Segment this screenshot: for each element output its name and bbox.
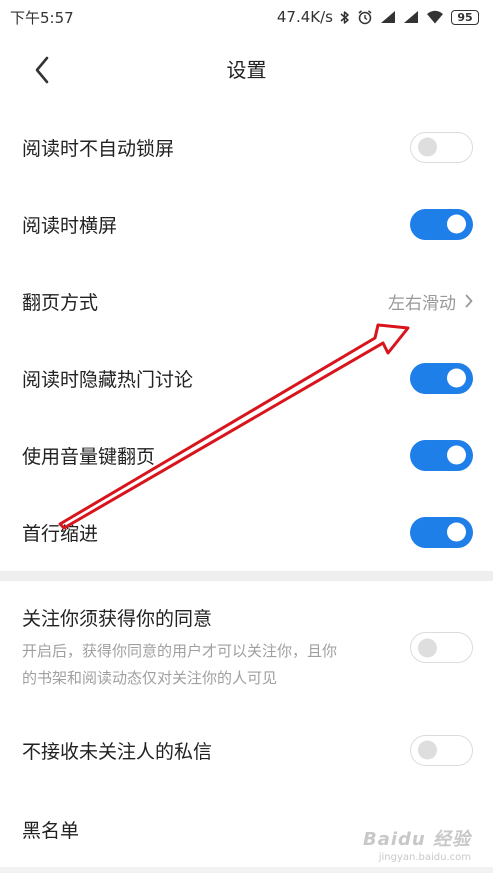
- follow-consent-text: 关注你须获得你的同意 开启后，获得你同意的用户才可以关注你，且你 的书架和阅读动…: [22, 604, 400, 692]
- signal-icon: [403, 10, 419, 24]
- status-icons: 47.4K/s 95: [277, 8, 479, 26]
- setting-label: 翻页方式: [22, 291, 99, 314]
- page-turn-selector[interactable]: 左右滑动: [388, 289, 473, 314]
- toggle-knob: [418, 137, 437, 157]
- hide-discussion-toggle[interactable]: [410, 362, 473, 394]
- description-line: 的书架和阅读动态仅对关注你的人可见: [22, 669, 278, 687]
- toggle-knob: [447, 445, 466, 465]
- setting-label: 使用音量键翻页: [22, 445, 156, 468]
- page-turn-value: 左右滑动: [388, 293, 456, 314]
- setting-row-landscape: 阅读时横屏: [0, 193, 493, 255]
- setting-label: 关注你须获得你的同意: [22, 608, 213, 630]
- watermark-url: jingyan.baidu.com: [378, 852, 471, 863]
- setting-label: 不接收未关注人的私信: [22, 740, 213, 763]
- block-messages-toggle[interactable]: [410, 734, 473, 766]
- chevron-right-icon: [465, 294, 473, 308]
- setting-row-follow-consent: 关注你须获得你的同意 开启后，获得你同意的用户才可以关注你，且你 的书架和阅读动…: [0, 604, 493, 694]
- indent-toggle[interactable]: [410, 516, 473, 548]
- setting-row-hide-discussion: 阅读时隐藏热门讨论: [0, 347, 493, 409]
- toggle-knob: [447, 368, 466, 388]
- description-line: 开启后，获得你同意的用户才可以关注你，且你: [22, 642, 338, 660]
- toggle-knob: [418, 638, 437, 657]
- bottom-strip: [0, 867, 493, 873]
- setting-label: 阅读时横屏: [22, 214, 118, 237]
- landscape-toggle[interactable]: [410, 208, 473, 240]
- toggle-knob: [418, 740, 437, 760]
- setting-row-block-messages: 不接收未关注人的私信: [0, 719, 493, 781]
- setting-label: 首行缩进: [22, 522, 99, 545]
- page-title: 设置: [226, 58, 267, 82]
- follow-consent-description: 开启后，获得你同意的用户才可以关注你，且你 的书架和阅读动态仅对关注你的人可见: [22, 638, 400, 692]
- follow-consent-toggle[interactable]: [410, 632, 473, 663]
- status-bar: 下午5:57 47.4K/s 95: [0, 0, 493, 34]
- volume-keys-toggle[interactable]: [410, 439, 473, 471]
- battery-icon: 95: [451, 9, 479, 25]
- lock-screen-toggle[interactable]: [410, 131, 473, 163]
- blacklist-label: 黑名单: [22, 819, 80, 842]
- network-speed: 47.4K/s: [276, 8, 333, 26]
- watermark-logo: Baidu 经验: [362, 829, 471, 850]
- setting-row-lock-screen: 阅读时不自动锁屏: [0, 116, 493, 178]
- back-button[interactable]: [22, 48, 62, 92]
- setting-row-page-turn[interactable]: 翻页方式 左右滑动: [0, 270, 493, 332]
- bluetooth-icon: [340, 10, 350, 25]
- setting-label: 阅读时隐藏热门讨论: [22, 368, 194, 391]
- chevron-left-icon: [35, 56, 49, 84]
- setting-label: 阅读时不自动锁屏: [22, 137, 175, 160]
- baidu-watermark: Baidu 经验 jingyan.baidu.com: [363, 825, 471, 863]
- alarm-icon: [357, 9, 373, 25]
- nav-bar: 设置: [0, 34, 493, 106]
- setting-row-volume-keys: 使用音量键翻页: [0, 424, 493, 486]
- toggle-knob: [447, 522, 466, 542]
- section-divider: [0, 571, 493, 581]
- wifi-icon: [426, 10, 444, 24]
- setting-row-indent: 首行缩进: [0, 501, 493, 563]
- signal-icon: [380, 10, 396, 24]
- status-time: 下午5:57: [10, 8, 74, 27]
- toggle-knob: [447, 214, 466, 234]
